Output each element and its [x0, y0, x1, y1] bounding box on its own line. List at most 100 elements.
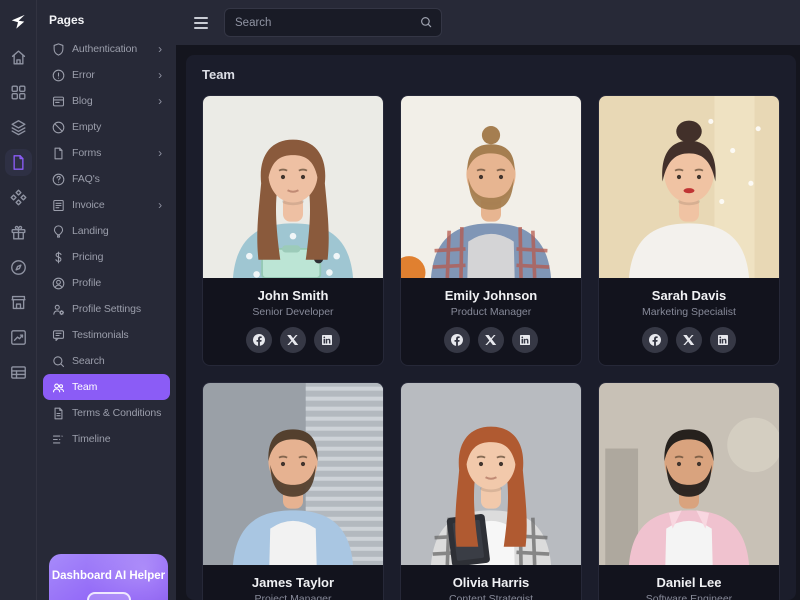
member-role: Project Manager — [254, 593, 331, 600]
invoice-icon — [51, 198, 66, 213]
rail-item-gift[interactable] — [5, 219, 32, 246]
member-role: Marketing Specialist — [642, 306, 736, 318]
sidebar-item-blog[interactable]: Blog› — [43, 88, 170, 114]
menu-toggle-button[interactable] — [192, 15, 210, 31]
member-role: Senior Developer — [252, 306, 333, 318]
team-member-card: James Taylor Project Manager — [202, 382, 384, 600]
member-photo — [401, 96, 581, 278]
x-button[interactable] — [478, 327, 504, 353]
sidebar-item-label: Invoice — [72, 199, 152, 211]
sidebar-item-empty[interactable]: Empty — [43, 114, 170, 140]
slash-circle-icon — [51, 120, 66, 135]
social-links — [246, 327, 340, 353]
sidebar-item-landing[interactable]: Landing — [43, 218, 170, 244]
linkedin-button[interactable] — [512, 327, 538, 353]
sidebar-item-label: Profile Settings — [72, 303, 162, 315]
user-gear-icon — [51, 302, 66, 317]
sidebar-title: Pages — [37, 0, 176, 36]
member-photo — [599, 383, 779, 565]
member-name: Daniel Lee — [656, 575, 721, 590]
sidebar-item-testimonials[interactable]: Testimonials — [43, 322, 170, 348]
team-member-card: Sarah Davis Marketing Specialist — [598, 95, 780, 366]
sidebar-item-authentication[interactable]: Authentication› — [43, 36, 170, 62]
sidebar-item-label: FAQ's — [72, 173, 162, 185]
sidebar-item-label: Pricing — [72, 251, 162, 263]
x-button[interactable] — [676, 327, 702, 353]
rail-item-compass[interactable] — [5, 254, 32, 281]
widgets-icon — [9, 188, 28, 207]
sidebar-item-forms[interactable]: Forms› — [43, 140, 170, 166]
compass-icon — [9, 258, 28, 277]
home-icon — [9, 48, 28, 67]
sidebar-item-search[interactable]: Search — [43, 348, 170, 374]
sidebar-item-faq-s[interactable]: FAQ's — [43, 166, 170, 192]
dollar-icon — [51, 250, 66, 265]
content-area: Team John SmithSenior DeveloperEmily Joh… — [176, 0, 800, 600]
member-photo — [203, 383, 383, 565]
member-photo — [401, 383, 581, 565]
sidebar-item-pricing[interactable]: Pricing — [43, 244, 170, 270]
x-button[interactable] — [280, 327, 306, 353]
brand-logo[interactable] — [8, 12, 28, 32]
team-grid: John SmithSenior DeveloperEmily JohnsonP… — [202, 95, 780, 600]
alert-circle-icon — [51, 68, 66, 83]
search-icon[interactable] — [419, 15, 433, 34]
sidebar-item-team[interactable]: Team — [43, 374, 170, 400]
facebook-icon — [649, 334, 661, 346]
member-photo — [203, 96, 383, 278]
sidebar-item-invoice[interactable]: Invoice › — [43, 192, 170, 218]
sidebar-item-timeline[interactable]: Timeline — [43, 426, 170, 452]
sidebar-item-terms-conditions[interactable]: Terms & Conditions — [43, 400, 170, 426]
rail-item-layers[interactable] — [5, 114, 32, 141]
linkedin-icon — [321, 334, 333, 346]
rail-item-home[interactable] — [5, 44, 32, 71]
sidebar-item-label: Search — [72, 355, 162, 367]
member-role: Product Manager — [451, 306, 532, 318]
blog-icon — [51, 94, 66, 109]
rail-item-pages[interactable] — [5, 149, 32, 176]
member-photo — [599, 96, 779, 278]
sidebar-item-label: Landing — [72, 225, 162, 237]
linkedin-button[interactable] — [314, 327, 340, 353]
sidebar-item-label: Error — [72, 69, 152, 81]
member-name: James Taylor — [252, 575, 334, 590]
team-member-card: Olivia HarrisContent Strategist — [400, 382, 582, 600]
sidebar-item-profile[interactable]: Profile — [43, 270, 170, 296]
app-root: Pages Authentication›Error›Blog›EmptyFor… — [0, 0, 800, 600]
chevron-right-icon: › — [158, 44, 162, 54]
ai-helper-card[interactable]: Dashboard AI Helper — [49, 554, 168, 600]
search-input[interactable] — [224, 8, 442, 37]
x-icon — [683, 334, 695, 346]
rail-item-widgets[interactable] — [5, 184, 32, 211]
search-box — [224, 8, 442, 37]
page-title: Team — [202, 67, 780, 82]
rail-item-table[interactable] — [5, 359, 32, 386]
rail-item-chart[interactable] — [5, 324, 32, 351]
sidebar-item-error[interactable]: Error › — [43, 62, 170, 88]
member-role: Software Engineer — [646, 593, 732, 600]
member-name: Sarah Davis — [652, 288, 726, 303]
chevron-right-icon: › — [158, 200, 162, 210]
topbar — [176, 0, 800, 45]
linkedin-icon — [717, 334, 729, 346]
facebook-button[interactable] — [642, 327, 668, 353]
sidebar-item-profile-settings[interactable]: Profile Settings — [43, 296, 170, 322]
rail-item-apps-grid[interactable] — [5, 79, 32, 106]
layers-icon — [9, 118, 28, 137]
sidebar-item-label: Terms & Conditions — [72, 407, 162, 419]
table-icon — [9, 363, 28, 382]
member-name: John Smith — [258, 288, 329, 303]
chevron-right-icon: › — [158, 96, 162, 106]
facebook-button[interactable] — [444, 327, 470, 353]
chevron-right-icon: › — [158, 148, 162, 158]
file-icon — [51, 146, 66, 161]
sidebar-item-label: Testimonials — [72, 329, 162, 341]
chevron-right-icon: › — [158, 70, 162, 80]
team-panel: Team John SmithSenior DeveloperEmily Joh… — [186, 55, 796, 600]
testimonial-icon — [51, 328, 66, 343]
sidebar: Pages Authentication›Error›Blog›EmptyFor… — [36, 0, 176, 600]
rail-item-store[interactable] — [5, 289, 32, 316]
facebook-button[interactable] — [246, 327, 272, 353]
ai-helper-title: Dashboard AI Helper — [49, 554, 168, 582]
linkedin-button[interactable] — [710, 327, 736, 353]
